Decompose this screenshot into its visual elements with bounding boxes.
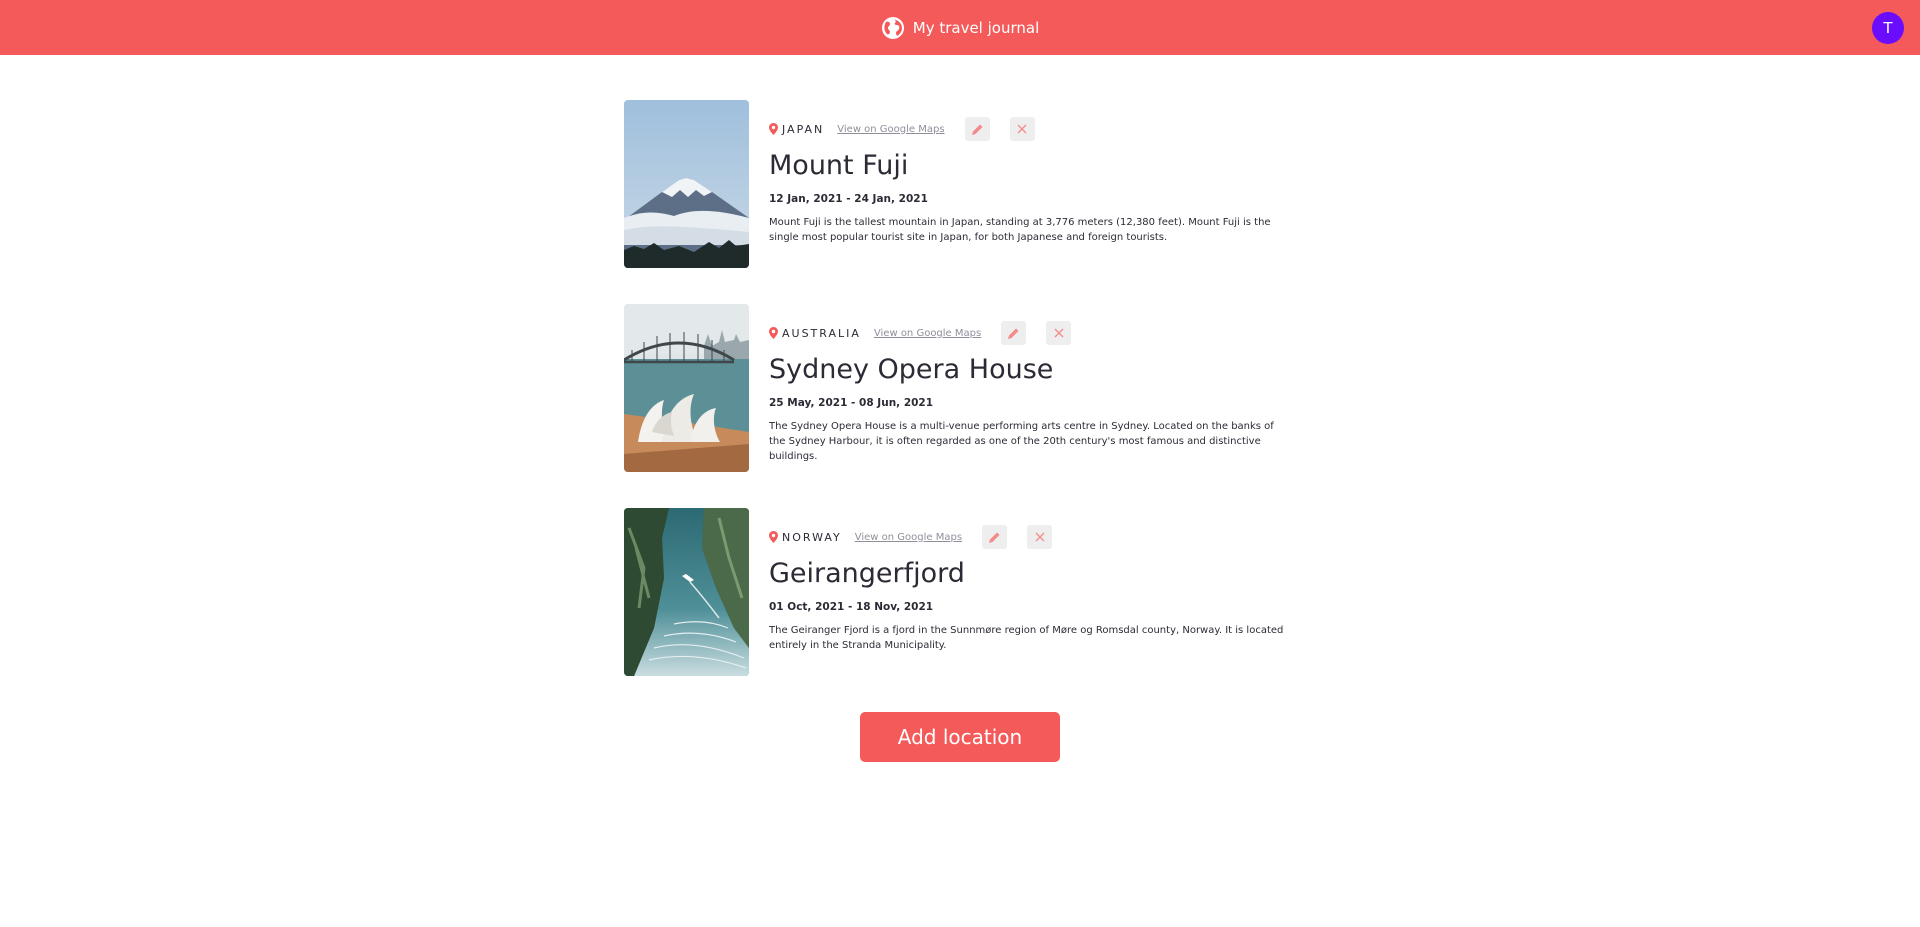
entry-title: Mount Fuji: [769, 150, 909, 181]
close-icon: [1054, 328, 1064, 338]
entry-photo-geirangerfjord: [624, 508, 749, 676]
entry-country: JAPAN: [782, 122, 825, 136]
pencil-icon: [971, 124, 983, 135]
journal-entry: JAPAN View on Google Maps Mount Fuji 12 …: [624, 100, 1304, 268]
entry-dates: 12 Jan, 2021 - 24 Jan, 2021: [769, 193, 928, 205]
entry-country: NORWAY: [782, 530, 842, 544]
google-maps-link[interactable]: View on Google Maps: [837, 124, 944, 135]
globe-icon: [881, 16, 904, 39]
edit-button[interactable]: [964, 117, 990, 141]
close-icon: [1017, 124, 1027, 134]
edit-button[interactable]: [1001, 321, 1027, 345]
entry-meta: AUSTRALIA View on Google Maps: [769, 321, 1304, 345]
entry-country: AUSTRALIA: [782, 326, 861, 340]
entry-photo-sydney-opera-house: [624, 304, 749, 472]
entry-description: The Sydney Opera House is a multi-venue …: [769, 421, 1274, 462]
entry-info: AUSTRALIA View on Google Maps Sydney Ope…: [769, 304, 1304, 472]
google-maps-link[interactable]: View on Google Maps: [874, 328, 981, 339]
brand: My travel journal: [881, 16, 1040, 40]
avatar[interactable]: T: [1872, 12, 1904, 44]
close-icon: [1035, 532, 1045, 542]
entry-dates: 25 May, 2021 - 08 Jun, 2021: [769, 397, 934, 409]
entry-title: Sydney Opera House: [769, 354, 1054, 385]
journal-entry: AUSTRALIA View on Google Maps Sydney Ope…: [624, 304, 1304, 472]
delete-button[interactable]: [1027, 525, 1053, 549]
top-bar: My travel journal T: [0, 0, 1920, 55]
entry-info: NORWAY View on Google Maps Geirangerfjor…: [769, 508, 1304, 676]
app-title: My travel journal: [912, 18, 1040, 37]
journal-entries: JAPAN View on Google Maps Mount Fuji 12 …: [624, 100, 1304, 676]
delete-button[interactable]: [1046, 321, 1072, 345]
location-pin-icon: [769, 327, 778, 339]
entry-description: The Geiranger Fjord is a fjord in the Su…: [769, 625, 1284, 651]
pencil-icon: [989, 532, 1000, 543]
entry-description: Mount Fuji is the tallest mountain in Ja…: [769, 217, 1271, 243]
entry-photo-mount-fuji: [624, 100, 749, 268]
pencil-icon: [1008, 328, 1019, 339]
journal-entry: NORWAY View on Google Maps Geirangerfjor…: [624, 508, 1304, 676]
entry-meta: NORWAY View on Google Maps: [769, 525, 1304, 549]
location-pin-icon: [769, 123, 778, 135]
edit-button[interactable]: [982, 525, 1008, 549]
entry-title: Geirangerfjord: [769, 558, 965, 589]
delete-button[interactable]: [1009, 117, 1035, 141]
entry-info: JAPAN View on Google Maps Mount Fuji 12 …: [769, 100, 1304, 268]
entry-meta: JAPAN View on Google Maps: [769, 117, 1304, 141]
location-pin-icon: [769, 531, 778, 543]
google-maps-link[interactable]: View on Google Maps: [855, 532, 962, 543]
entry-dates: 01 Oct, 2021 - 18 Nov, 2021: [769, 601, 934, 613]
add-location-button[interactable]: Add location: [860, 712, 1060, 762]
